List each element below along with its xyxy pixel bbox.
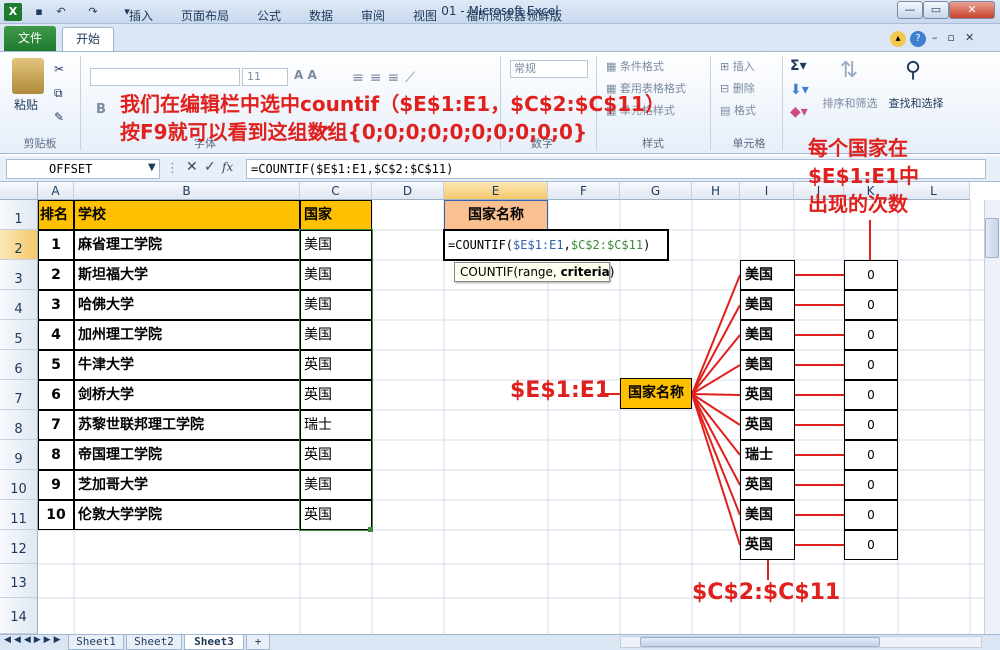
diagram-count-box: 0 [844, 500, 898, 530]
annotation-top-line1: 我们在编辑栏中选中countif（$E$1:E1，$C$2:$C$11） [120, 92, 665, 116]
connector-line [691, 393, 741, 456]
diagram-count-box: 0 [844, 410, 898, 440]
vertical-scroll-thumb[interactable] [985, 218, 999, 258]
annotation-top-line2: 按F9就可以看到这组数组{0;0;0;0;0;0;0;0;0;0} [120, 120, 588, 144]
diagram-count-box: 0 [844, 440, 898, 470]
connector-line [691, 393, 741, 516]
annotation-left-range: $E$1:E1 [510, 378, 611, 403]
connector-line [691, 393, 741, 396]
diagram-count-box: 0 [844, 290, 898, 320]
new-sheet-icon[interactable]: + [246, 635, 270, 650]
diagram-country-box: 英国 [740, 410, 795, 440]
diagram-count-box: 0 [844, 470, 898, 500]
diagram-country-box: 英国 [740, 470, 795, 500]
diagram-country-box: 美国 [740, 350, 795, 380]
diagram-count-box: 0 [844, 380, 898, 410]
diagram-count-box: 0 [844, 260, 898, 290]
connector-line [691, 334, 741, 395]
diagram-count-box: 0 [844, 530, 898, 560]
diagram-country-box: 英国 [740, 380, 795, 410]
sheet-nav-icons[interactable]: ◀◀◀▶▶▶ [4, 635, 64, 645]
connector-line [691, 274, 741, 395]
sheet-tab-3[interactable]: Sheet3 [184, 635, 244, 650]
diagram-count-box: 0 [844, 350, 898, 380]
sheet-tab-1[interactable]: Sheet1 [68, 635, 124, 650]
annotation-right-line2: $E$1:E1中 [808, 164, 919, 188]
horizontal-scroll-thumb[interactable] [640, 637, 880, 647]
annotation-right-line3: 出现的次数 [808, 192, 908, 216]
diagram-country-box: 美国 [740, 320, 795, 350]
annotation-right-line1: 每个国家在 [808, 136, 908, 160]
vertical-scrollbar[interactable] [984, 200, 1000, 634]
diagram-country-box: 瑞士 [740, 440, 795, 470]
diagram-count-box: 0 [844, 320, 898, 350]
diagram-country-box: 美国 [740, 260, 795, 290]
diagram-center-box: 国家名称 [620, 378, 692, 409]
diagram-country-box: 美国 [740, 500, 795, 530]
annotation-bottom-range: $C$2:$C$11 [692, 580, 841, 605]
sheet-tab-2[interactable]: Sheet2 [126, 635, 182, 650]
diagram-country-box: 英国 [740, 530, 795, 560]
diagram-country-box: 美国 [740, 290, 795, 320]
